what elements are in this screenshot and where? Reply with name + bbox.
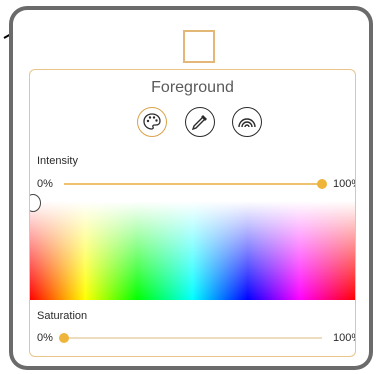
- saturation-label: Saturation: [37, 310, 88, 322]
- intensity-fill: [64, 183, 322, 185]
- palette-mode-button[interactable]: [137, 107, 167, 137]
- intensity-min-label: 0%: [37, 178, 53, 190]
- saturation-max-label: 100%: [333, 332, 355, 344]
- color-picker-panel: Foreground Intensity 0% 100% Saturation …: [29, 69, 356, 357]
- rainbow-mode-button[interactable]: [232, 107, 262, 137]
- intensity-label: Intensity: [37, 155, 78, 167]
- eyedropper-mode-button[interactable]: [185, 107, 215, 137]
- intensity-thumb[interactable]: [317, 179, 327, 189]
- color-spectrum[interactable]: [30, 201, 355, 300]
- saturation-slider[interactable]: [59, 333, 322, 343]
- panel-title: Foreground: [151, 79, 234, 96]
- eyedropper-icon: [191, 115, 207, 131]
- color-swatch[interactable]: [183, 30, 215, 63]
- saturation-thumb[interactable]: [59, 333, 69, 343]
- saturation-min-label: 0%: [37, 332, 53, 344]
- palette-icon: [143, 113, 161, 130]
- intensity-max-label: 100%: [333, 178, 355, 190]
- intensity-slider[interactable]: [64, 179, 327, 189]
- rainbow-icon: [238, 118, 256, 128]
